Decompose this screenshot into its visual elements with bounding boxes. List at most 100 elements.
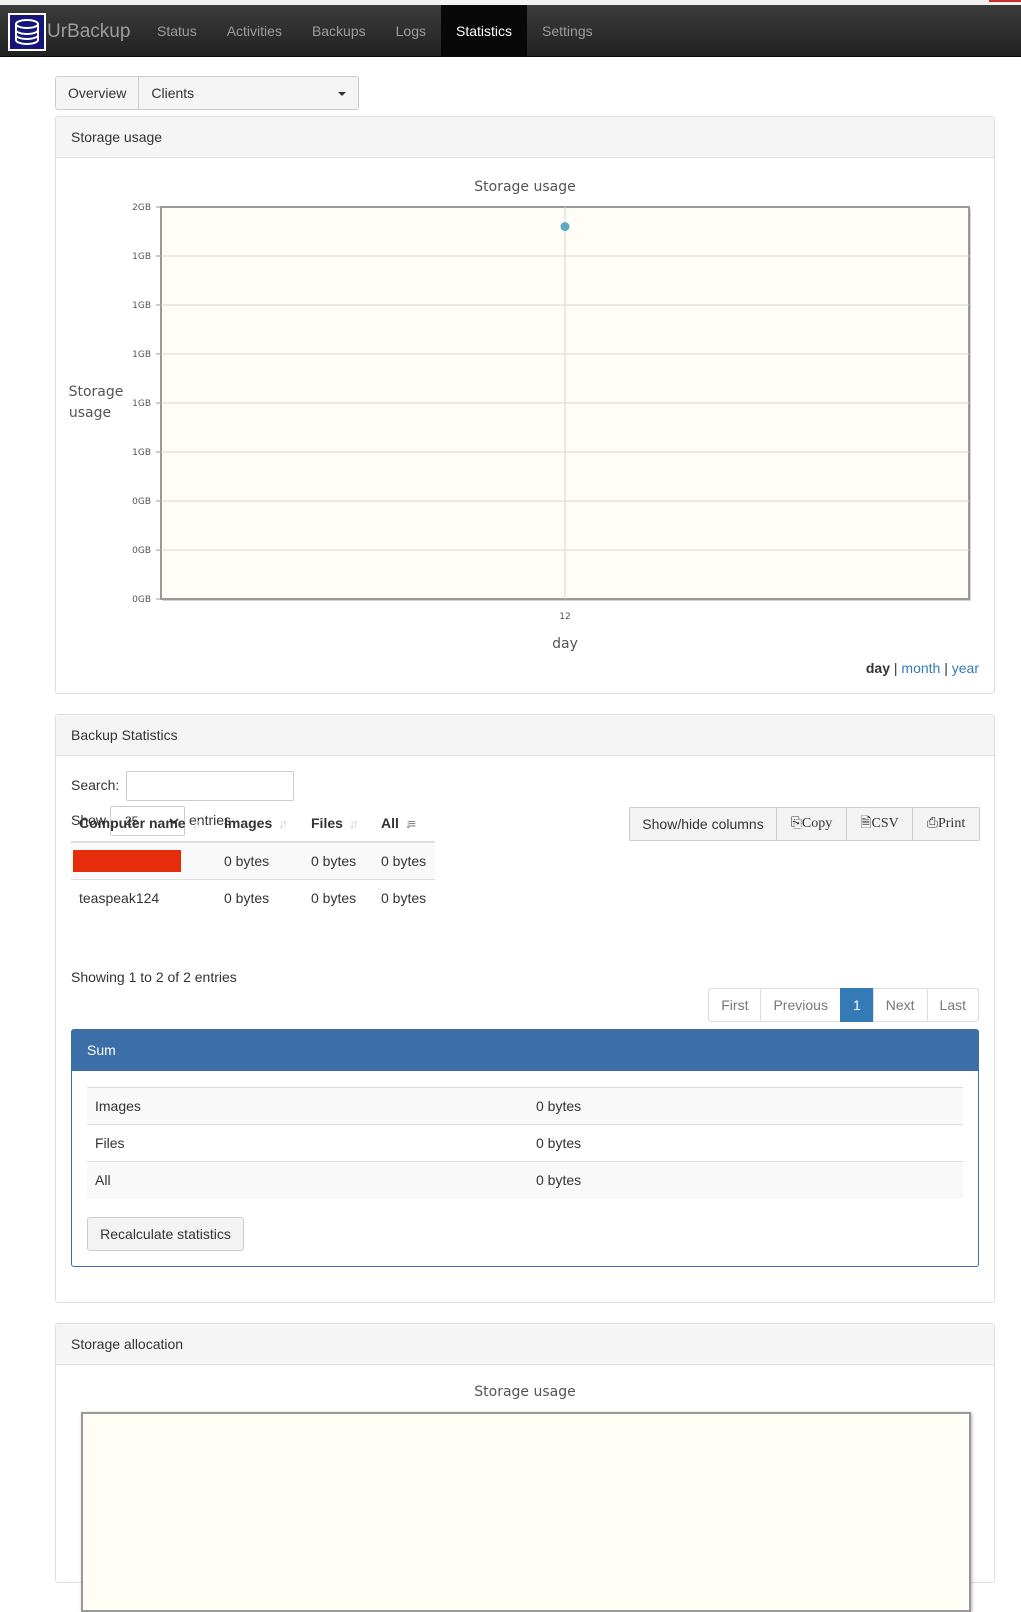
- col-computer-name-label: Computer name: [79, 815, 186, 831]
- cell-all: 0 bytes: [373, 841, 435, 879]
- statistics-tabs: Overview Clients: [55, 76, 360, 110]
- sum-panel: Sum Images 0 bytes Files 0 bytes All 0 b…: [71, 1029, 979, 1267]
- storage-usage-chart: Storage usage Storage usage day 2GB 1GB 1G…: [69, 179, 971, 652]
- sum-row: Images 0 bytes: [87, 1087, 963, 1125]
- pagination: First Previous 1 Next Last: [708, 988, 979, 1022]
- sum-label: Files: [87, 1124, 528, 1162]
- page-previous[interactable]: Previous: [760, 988, 841, 1022]
- sum-label: All: [87, 1161, 528, 1199]
- y-tick-label: 1GB: [132, 448, 151, 458]
- range-links: day | month | year: [866, 660, 979, 676]
- csv-label: CSV: [871, 816, 899, 831]
- database-icon: [8, 13, 46, 51]
- nav-status[interactable]: Status: [142, 5, 212, 57]
- brand[interactable]: UrBackup: [8, 13, 131, 51]
- recalculate-statistics-button[interactable]: Recalculate statistics: [87, 1217, 244, 1251]
- sort-icon: ↓↑: [191, 816, 202, 831]
- y-tick-label: 2GB: [132, 203, 151, 213]
- table-info: Showing 1 to 2 of 2 entries: [71, 969, 237, 985]
- storage-usage-heading: Storage usage: [56, 117, 994, 158]
- backup-statistics-panel: Backup Statistics Search: Show 25 entrie…: [55, 714, 995, 1303]
- show-hide-columns-button[interactable]: Show/hide columns: [629, 807, 777, 841]
- page-next[interactable]: Next: [872, 988, 928, 1022]
- brand-name: UrBackup: [47, 21, 131, 42]
- backup-statistics-heading: Backup Statistics: [56, 715, 994, 756]
- y-tick-label: 0GB: [132, 546, 151, 556]
- cell-images: 0 bytes: [216, 841, 303, 879]
- caret-down-icon: [338, 92, 347, 96]
- allocation-chart-title: Storage usage: [474, 1384, 576, 1400]
- y-tick-label: 1GB: [132, 399, 151, 409]
- main-nav: Status Activities Backups Logs Statistic…: [142, 5, 608, 57]
- range-month[interactable]: month: [901, 660, 940, 676]
- y-tick-label: 1GB: [132, 301, 151, 311]
- nav-activities[interactable]: Activities: [212, 5, 297, 57]
- storage-usage-panel: Storage usage Storage usage Storage usag…: [55, 116, 995, 694]
- range-sep-1: |: [893, 660, 898, 676]
- sum-label: Images: [87, 1087, 528, 1125]
- col-all-label: All: [381, 815, 399, 831]
- overview-tab[interactable]: Overview: [55, 76, 140, 110]
- y-tick-label: 0GB: [132, 497, 151, 507]
- col-files[interactable]: Files ↓↑: [303, 805, 373, 843]
- page-first[interactable]: First: [708, 988, 762, 1022]
- y-tick-label: 1GB: [132, 350, 151, 360]
- sort-icon: ↓↑: [348, 816, 359, 831]
- nav-settings[interactable]: Settings: [527, 5, 608, 57]
- clients-dropdown[interactable]: Clients: [139, 76, 360, 110]
- cell-computer-name: teaspeak124: [71, 878, 216, 916]
- sort-desc-icon: ↓≡: [404, 816, 416, 831]
- page-current[interactable]: 1: [839, 988, 874, 1022]
- storage-allocation-panel: Storage allocation Storage usage: [55, 1323, 995, 1612]
- page-last[interactable]: Last: [926, 988, 979, 1022]
- sum-value: 0 bytes: [528, 1087, 963, 1125]
- table-row[interactable]: teaspeak124 0 bytes 0 bytes 0 bytes: [71, 878, 435, 916]
- col-files-label: Files: [311, 815, 343, 831]
- x-tick-label: 12: [559, 612, 570, 622]
- sum-value: 0 bytes: [528, 1124, 963, 1162]
- allocation-chart-plot: [81, 1412, 971, 1612]
- copy-label: Copy: [801, 816, 833, 831]
- data-point: [560, 222, 570, 232]
- copy-button[interactable]: ⎘Copy: [776, 807, 847, 841]
- top-red-mark: [989, 0, 1021, 2]
- table-row[interactable]: 0 bytes 0 bytes 0 bytes: [71, 841, 435, 879]
- navbar: UrBackup Status Activities Backups Logs …: [0, 5, 1021, 57]
- nav-backups[interactable]: Backups: [297, 5, 381, 57]
- cell-files: 0 bytes: [303, 841, 373, 879]
- cell-images: 0 bytes: [216, 878, 303, 916]
- chart-title: Storage usage: [474, 179, 575, 195]
- cell-all: 0 bytes: [373, 878, 435, 916]
- copy-icon: ⎘: [790, 816, 802, 831]
- printer-icon: ⎙: [926, 816, 938, 831]
- cell-files: 0 bytes: [303, 878, 373, 916]
- col-all[interactable]: All ↓≡: [373, 805, 435, 843]
- range-sep-2: |: [944, 660, 948, 676]
- print-label: Print: [937, 816, 966, 831]
- csv-button[interactable]: 🗎CSV: [846, 807, 913, 841]
- y-axis-label-line2: usage: [69, 405, 111, 421]
- y-axis-label-line1: Storage: [69, 384, 124, 400]
- y-tick-label: 1GB: [132, 252, 151, 262]
- range-year[interactable]: year: [952, 660, 979, 676]
- csv-file-icon: 🗎: [860, 816, 872, 831]
- x-axis-label: day: [552, 636, 578, 652]
- nav-logs[interactable]: Logs: [381, 5, 441, 57]
- sum-row: All 0 bytes: [87, 1161, 963, 1199]
- search-label: Search:: [71, 777, 120, 793]
- col-computer-name[interactable]: Computer name ↓↑: [71, 805, 216, 843]
- search-input[interactable]: [126, 771, 294, 801]
- sum-table: Images 0 bytes Files 0 bytes All 0 bytes: [87, 1087, 963, 1199]
- range-day[interactable]: day: [866, 660, 890, 676]
- sort-icon: ↓↑: [278, 816, 288, 831]
- sum-row: Files 0 bytes: [87, 1124, 963, 1162]
- nav-statistics[interactable]: Statistics: [441, 5, 528, 57]
- sum-heading: Sum: [72, 1030, 978, 1071]
- cell-computer-name: [71, 841, 216, 879]
- print-button[interactable]: ⎙Print: [912, 807, 980, 841]
- storage-allocation-heading: Storage allocation: [56, 1324, 994, 1365]
- sum-value: 0 bytes: [528, 1161, 963, 1199]
- redacted-name: [73, 849, 181, 872]
- clients-dropdown-label: Clients: [151, 85, 195, 101]
- col-images[interactable]: Images ↓↑: [216, 805, 303, 843]
